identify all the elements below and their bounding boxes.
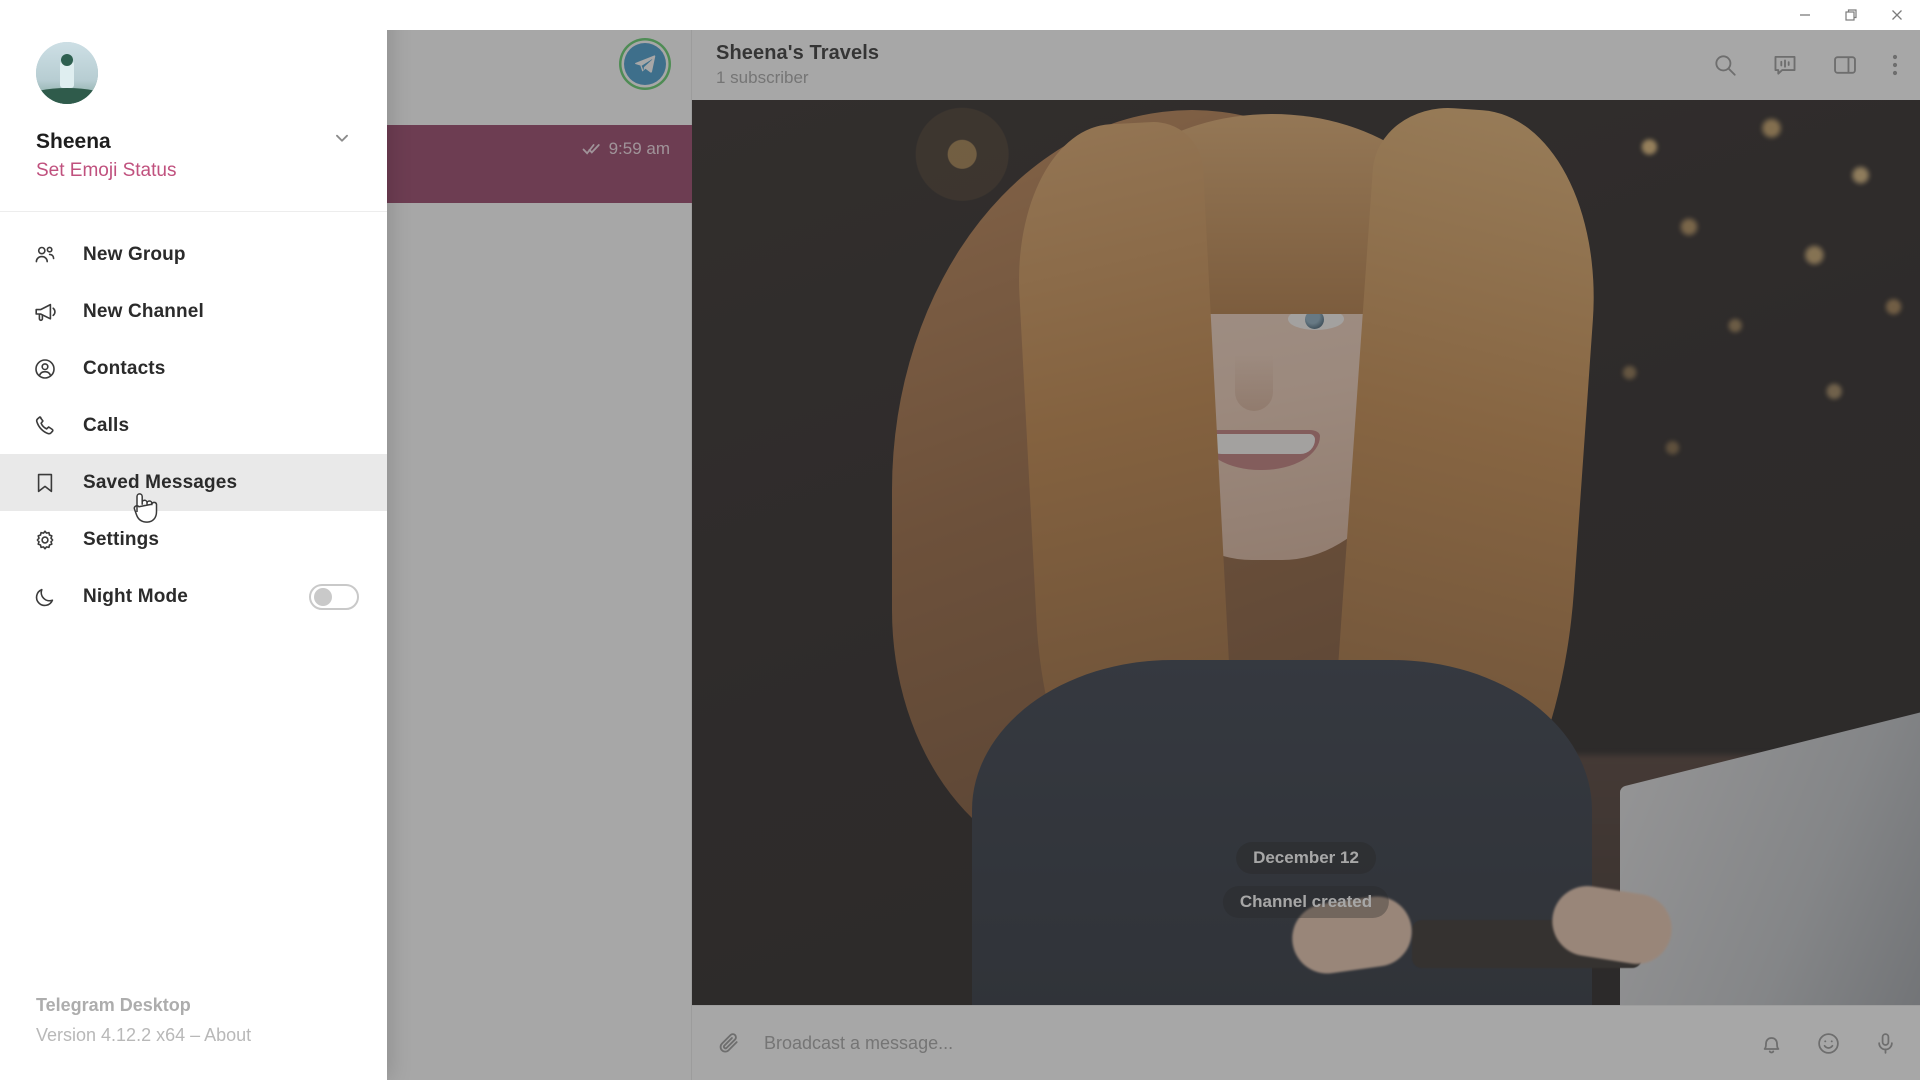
gear-icon [30, 525, 60, 555]
menu-item-label: Calls [83, 414, 130, 436]
menu-item-label: Saved Messages [83, 471, 238, 493]
drawer-menu-list: New Group New Channel Contacts Calls Sav… [0, 212, 387, 995]
menu-item-label: Night Mode [83, 585, 188, 607]
main-menu-drawer: Sheena Set Emoji Status New Group New Ch… [0, 0, 387, 1080]
toggle-knob [314, 587, 332, 606]
window-titlebar [0, 0, 1920, 30]
menu-item-contacts[interactable]: Contacts [0, 340, 387, 397]
menu-item-new-group[interactable]: New Group [0, 226, 387, 283]
menu-item-label: Settings [83, 528, 160, 550]
restore-button[interactable] [1828, 0, 1874, 30]
minimize-button[interactable] [1782, 0, 1828, 30]
menu-item-label: New Channel [83, 300, 204, 322]
menu-item-night-mode[interactable]: Night Mode [0, 568, 387, 625]
night-mode-toggle[interactable] [309, 583, 359, 610]
contact-circle-icon [30, 354, 60, 384]
megaphone-icon [30, 297, 60, 327]
drawer-profile: Sheena Set Emoji Status [0, 0, 387, 212]
chevron-down-icon[interactable] [331, 127, 353, 149]
menu-item-settings[interactable]: Settings [0, 511, 387, 568]
phone-icon [30, 411, 60, 441]
telegram-desktop-window: 9:59 am Sheena's Travels 1 subscriber [0, 0, 1920, 1080]
bookmark-icon [30, 468, 60, 498]
menu-item-calls[interactable]: Calls [0, 397, 387, 454]
set-emoji-status-link[interactable]: Set Emoji Status [36, 160, 387, 182]
menu-item-label: Contacts [83, 357, 166, 379]
app-name-label: Telegram Desktop [36, 995, 191, 1015]
menu-item-label: New Group [83, 243, 186, 265]
drawer-footer: Telegram Desktop Version 4.12.2 x64 – Ab… [0, 995, 387, 1080]
moon-icon [30, 582, 60, 612]
app-version-label[interactable]: Version 4.12.2 x64 – About [36, 1025, 387, 1046]
group-icon [30, 240, 60, 270]
user-avatar[interactable] [36, 42, 98, 104]
close-button[interactable] [1874, 0, 1920, 30]
menu-item-saved-messages[interactable]: Saved Messages [0, 454, 387, 511]
menu-item-new-channel[interactable]: New Channel [0, 283, 387, 340]
